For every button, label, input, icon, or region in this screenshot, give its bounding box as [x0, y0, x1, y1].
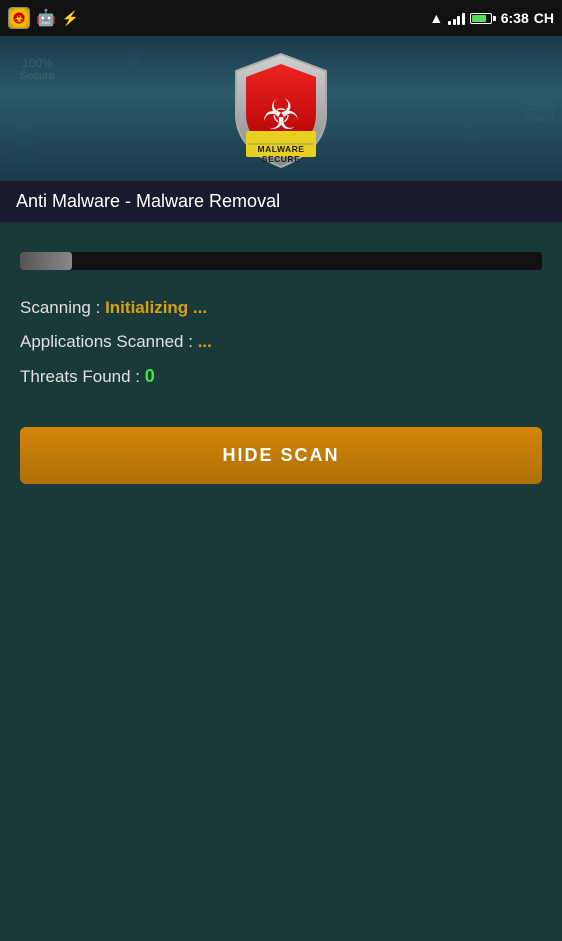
watermark-secure-left: 100% Secure: [20, 56, 55, 82]
main-content: Scanning : Initializing ... Applications…: [0, 222, 562, 941]
banner-watermarks: 100% Secure 📱 👤 100%Safe ! 📞 🛡️ ⚙️: [0, 36, 562, 181]
apps-scanned-value: ...: [198, 332, 212, 351]
app-title: Anti Malware - Malware Removal: [16, 191, 546, 212]
status-time: 6:38: [501, 10, 529, 26]
android-icon: 🤖: [36, 8, 56, 28]
apps-scanned-label: Applications Scanned :: [20, 332, 193, 351]
scanning-label: Scanning :: [20, 298, 100, 317]
threats-found-row: Threats Found : 0: [20, 366, 542, 387]
phone-watermark-1: 📱: [8, 91, 43, 124]
signal-icon: [448, 11, 465, 25]
app-title-bar: Anti Malware - Malware Removal: [0, 181, 562, 222]
threats-found-value: 0: [145, 366, 155, 386]
apps-scanned-row: Applications Scanned : ...: [20, 332, 542, 352]
status-right-icons: ▲ 6:38 CH: [429, 10, 554, 26]
gear-watermark: ⚙️: [460, 126, 482, 147]
status-left-icons: ☣ 🤖 ⚡: [8, 7, 79, 29]
app-status-icon: ☣: [8, 7, 30, 29]
battery-icon: [470, 13, 496, 24]
svg-text:☣: ☣: [15, 14, 23, 24]
phone-watermark-3: 📞: [525, 56, 552, 82]
hide-scan-button[interactable]: HIDE SCAN: [20, 427, 542, 484]
status-bar: ☣ 🤖 ⚡ ▲ 6:38 CH: [0, 0, 562, 36]
scanning-row: Scanning : Initializing ...: [20, 298, 542, 318]
wifi-icon: ▲: [429, 10, 443, 26]
scan-progress-bar: [20, 252, 542, 270]
shield-watermark: 🛡️: [120, 46, 147, 72]
usb-icon: ⚡: [62, 10, 79, 27]
scan-info: Scanning : Initializing ... Applications…: [20, 298, 542, 387]
phone-watermark-2: 👤: [8, 131, 43, 164]
threats-found-label: Threats Found :: [20, 367, 140, 386]
status-carrier: CH: [534, 10, 554, 26]
scan-progress-fill: [20, 252, 72, 270]
scanning-value: Initializing ...: [105, 298, 207, 317]
watermark-safe-right: 100%Safe !: [525, 101, 554, 125]
header-banner: 100% Secure 📱 👤 100%Safe ! 📞 🛡️ ⚙️ ☣ MAL…: [0, 36, 562, 181]
